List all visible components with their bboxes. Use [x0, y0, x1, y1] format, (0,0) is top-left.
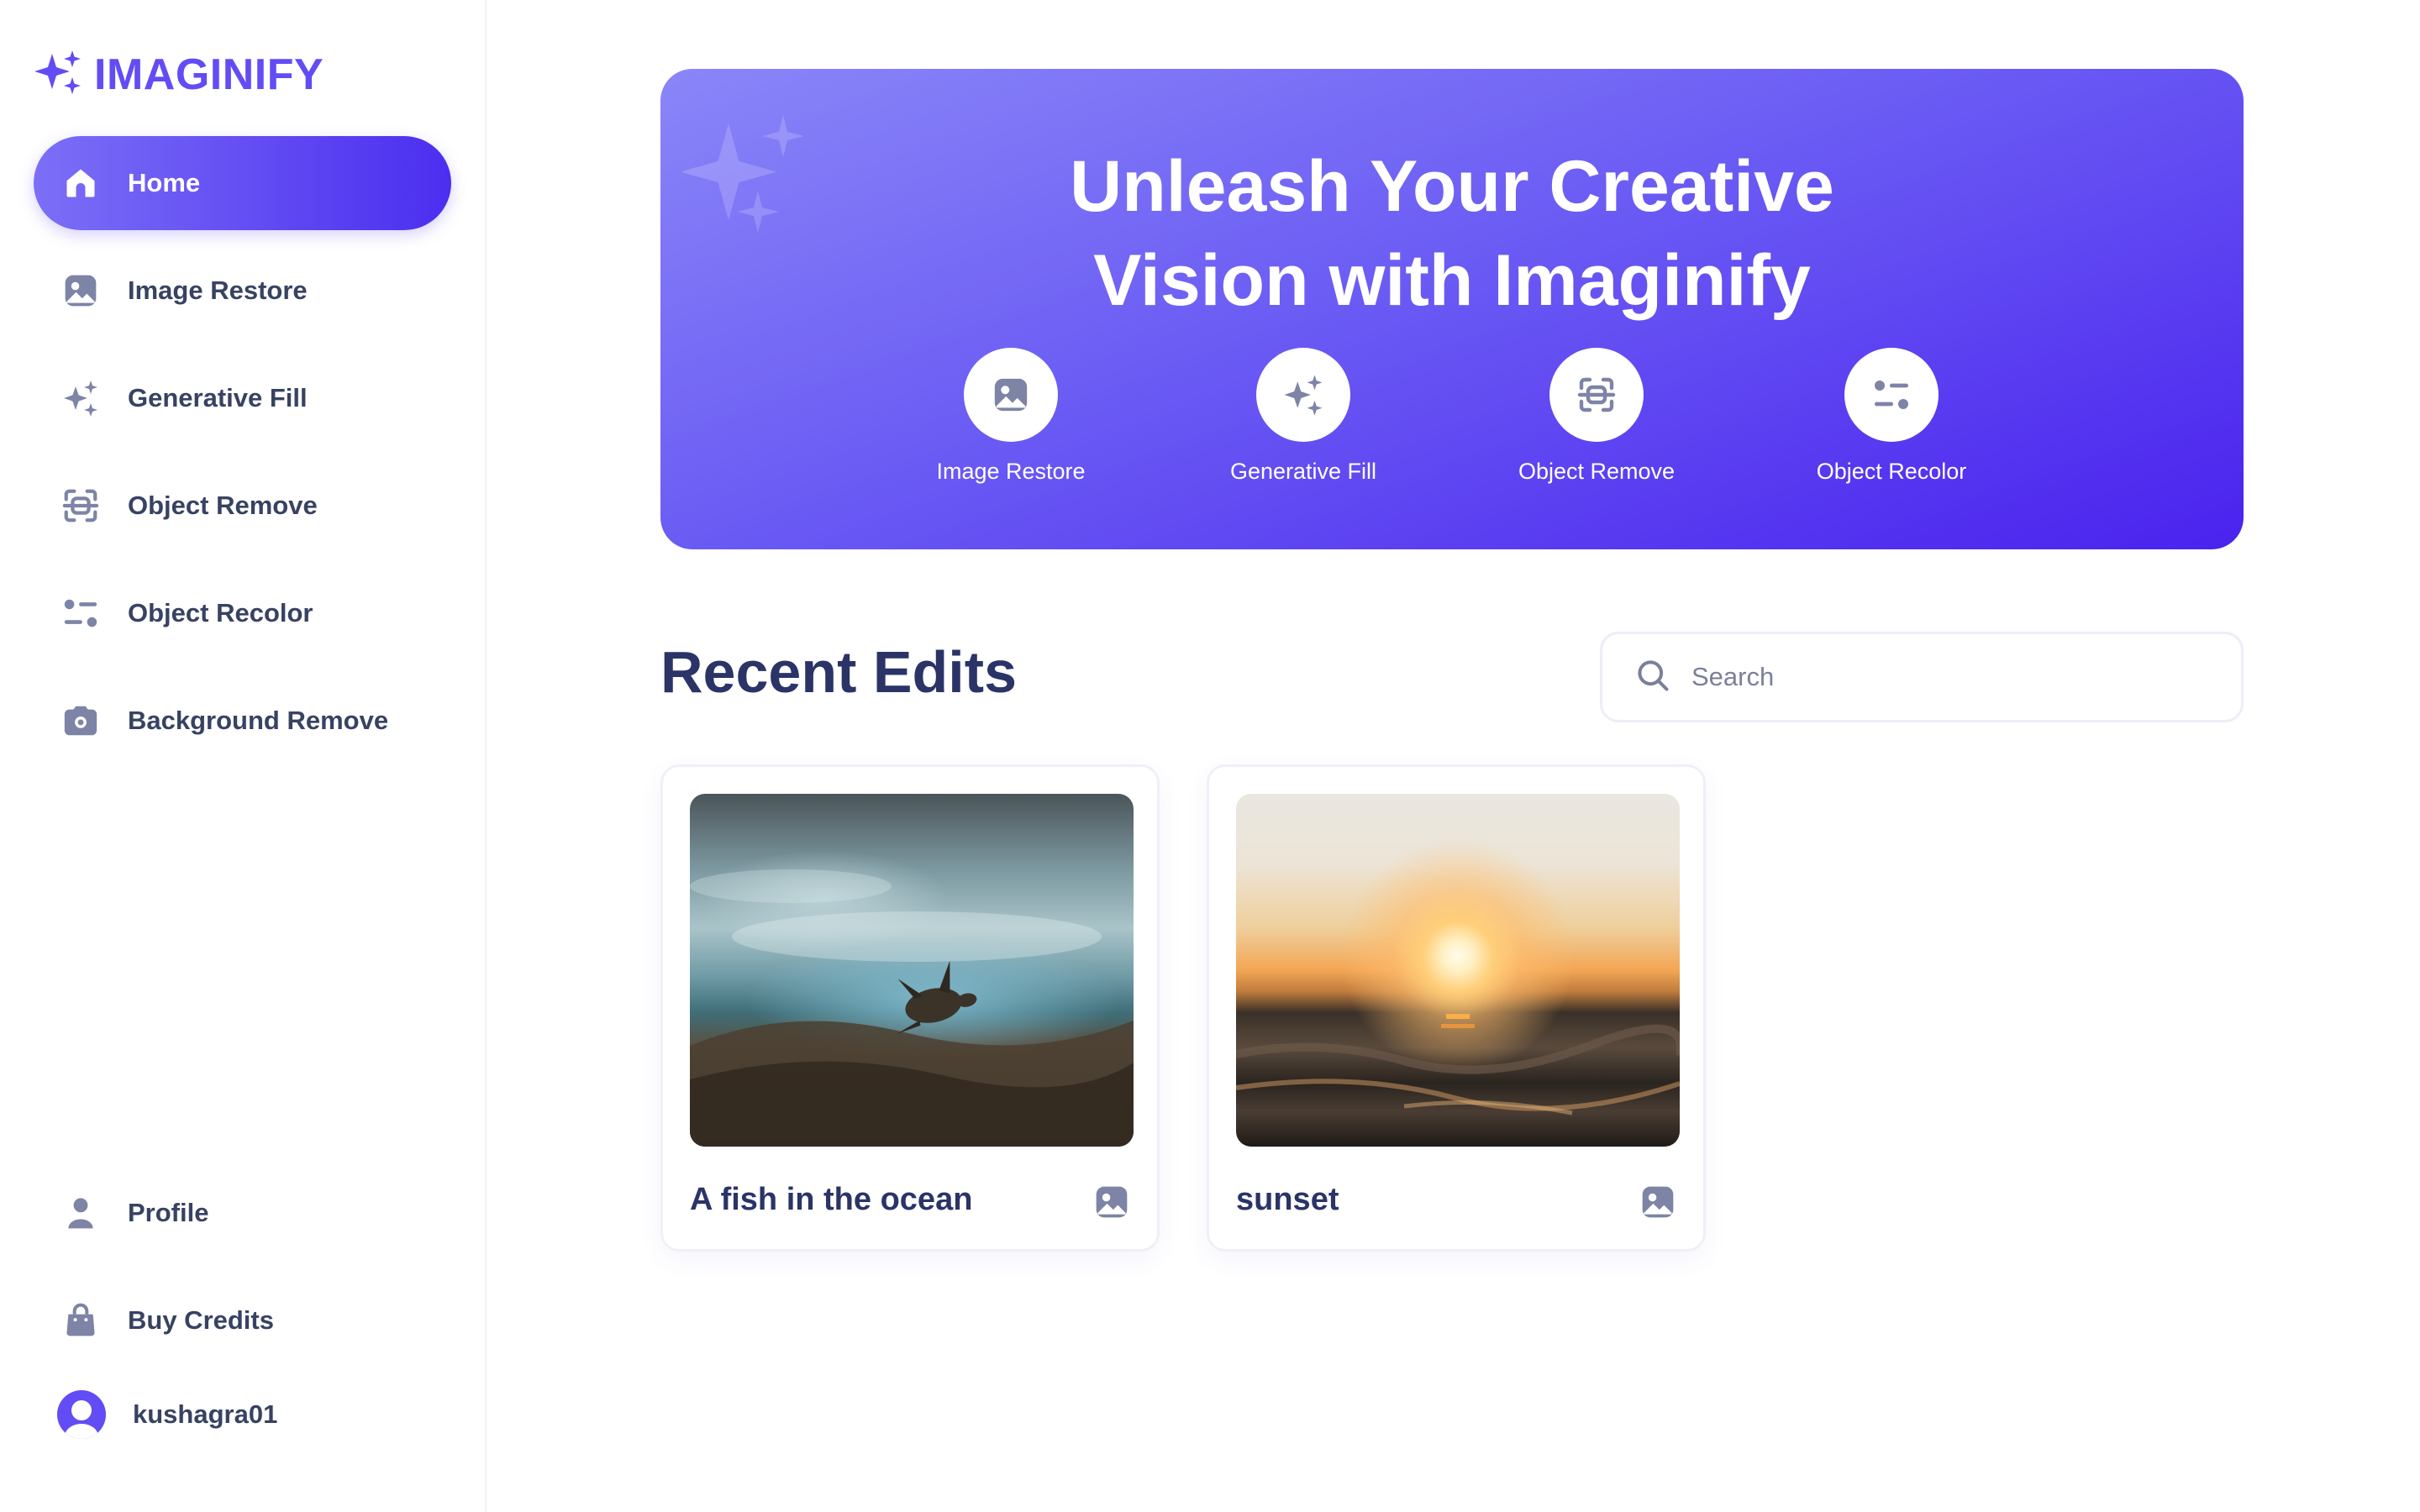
sidebar-item-label: Object Remove: [128, 491, 318, 520]
sidebar-item-label: Buy Credits: [128, 1305, 274, 1335]
username: kushagra01: [133, 1399, 278, 1429]
sidebar-item-buy-credits[interactable]: Buy Credits: [34, 1273, 451, 1368]
recent-edits-title: Recent Edits: [660, 639, 1017, 705]
hero-link-image-restore[interactable]: Image Restore: [902, 348, 1120, 485]
sparkles-logo-icon: [34, 47, 84, 102]
sidebar-item-background-remove[interactable]: Background Remove: [34, 674, 451, 768]
hero-title: Unleash Your Creative Vision with Imagin…: [1070, 146, 1834, 321]
sidebar-item-label: Background Remove: [128, 706, 389, 735]
home-icon: [60, 163, 101, 203]
sparkles-icon: [60, 378, 101, 418]
sparkles-icon: [1256, 348, 1350, 442]
image-icon: [60, 270, 101, 311]
search-placeholder: Search: [1691, 662, 1775, 691]
sidebar-item-label: Generative Fill: [128, 383, 308, 412]
scan-icon: [1549, 348, 1644, 442]
hero-link-label: Object Recolor: [1816, 459, 1967, 484]
edit-card[interactable]: sunset: [1207, 764, 1706, 1252]
logo[interactable]: IMAGINIFY: [34, 47, 324, 102]
avatar[interactable]: [57, 1390, 106, 1439]
hero-banner: Unleash Your Creative Vision with Imagin…: [660, 69, 2244, 549]
sidebar-item-profile[interactable]: Profile: [34, 1166, 451, 1260]
hero-link-generative-fill[interactable]: Generative Fill: [1194, 348, 1413, 485]
search-input[interactable]: Search: [1600, 632, 2244, 722]
hero-link-label: Image Restore: [936, 459, 1086, 484]
sidebar-item-object-recolor[interactable]: Object Recolor: [34, 566, 451, 660]
sidebar-item-label: Object Recolor: [128, 598, 313, 627]
sidebar-nav: Home Image Restore Generative Fill Objec…: [34, 136, 451, 781]
image-icon: [1639, 1184, 1676, 1225]
profile-icon: [60, 1193, 101, 1233]
hero-link-object-recolor[interactable]: Object Recolor: [1782, 348, 2001, 485]
user-profile-row[interactable]: kushagra01: [34, 1381, 451, 1448]
image-icon: [1093, 1184, 1130, 1225]
edit-card-image: [1236, 794, 1680, 1147]
sidebar: IMAGINIFY Home Image Restore Generative: [0, 0, 487, 1512]
edit-card-title: A fish in the ocean: [690, 1182, 973, 1217]
hero-link-label: Object Remove: [1518, 459, 1676, 484]
sidebar-item-image-restore[interactable]: Image Restore: [34, 244, 451, 338]
logo-text: IMAGINIFY: [94, 50, 324, 99]
hero-link-object-remove[interactable]: Object Remove: [1487, 348, 1706, 485]
edit-card[interactable]: A fish in the ocean: [660, 764, 1160, 1252]
camera-icon: [60, 701, 101, 741]
bag-icon: [60, 1300, 101, 1341]
search-icon: [1634, 657, 1671, 698]
image-icon: [964, 348, 1058, 442]
hero-tool-links: Image Restore Generative Fill Object Rem…: [660, 348, 2244, 516]
sidebar-item-label: Home: [128, 168, 201, 197]
hero-link-label: Generative Fill: [1229, 459, 1377, 484]
edit-card-title: sunset: [1236, 1182, 1339, 1217]
edit-card-image: [690, 794, 1134, 1147]
sidebar-item-generative-fill[interactable]: Generative Fill: [34, 351, 451, 445]
sidebar-item-object-remove[interactable]: Object Remove: [34, 459, 451, 553]
filter-icon: [60, 593, 101, 633]
sidebar-item-label: Profile: [128, 1198, 209, 1227]
sidebar-item-label: Image Restore: [128, 276, 308, 305]
sidebar-bottom-nav: Profile Buy Credits kushagra01: [34, 1166, 451, 1448]
sidebar-item-home[interactable]: Home: [34, 136, 451, 230]
scan-icon: [60, 486, 101, 526]
filter-icon: [1844, 348, 1939, 442]
